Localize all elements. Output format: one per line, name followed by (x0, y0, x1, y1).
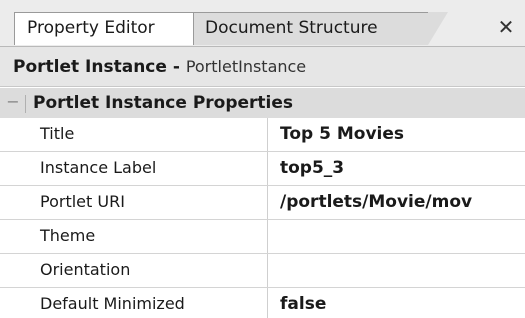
property-name: Orientation (0, 254, 268, 287)
tab-document-structure[interactable]: Document Structure (192, 12, 448, 45)
section-divider (25, 95, 26, 113)
property-row-title[interactable]: Title Top 5 Movies (0, 118, 525, 152)
collapse-icon[interactable]: − (6, 88, 20, 118)
close-icon[interactable]: ✕ (494, 13, 518, 41)
property-name: Instance Label (0, 152, 268, 185)
property-row-portlet-uri[interactable]: Portlet URI /portlets/Movie/mov (0, 186, 525, 220)
section-title: Portlet Instance Properties (33, 93, 294, 113)
property-name: Portlet URI (0, 186, 268, 219)
instance-header-type: PortletInstance (185, 57, 307, 76)
property-value[interactable]: top5_3 (268, 152, 525, 185)
property-name: Default Minimized (0, 288, 268, 318)
property-name: Title (0, 118, 268, 151)
property-row-theme[interactable]: Theme (0, 220, 525, 254)
property-row-instance-label[interactable]: Instance Label top5_3 (0, 152, 525, 186)
property-editor-panel: Property Editor Document Structure ✕ Por… (0, 0, 525, 318)
property-grid: Title Top 5 Movies Instance Label top5_3… (0, 118, 525, 318)
property-value[interactable] (268, 220, 525, 253)
property-value[interactable]: Top 5 Movies (268, 118, 525, 151)
property-value[interactable]: false (268, 288, 525, 318)
property-row-orientation[interactable]: Orientation (0, 254, 525, 288)
tab-property-editor[interactable]: Property Editor (14, 12, 194, 45)
property-name: Theme (0, 220, 268, 253)
tab-strip: Property Editor Document Structure ✕ (0, 0, 525, 47)
section-header: − Portlet Instance Properties (0, 88, 525, 118)
instance-header-separator: - (166, 57, 186, 77)
property-row-default-minimized[interactable]: Default Minimized false (0, 288, 525, 318)
instance-header-title: Portlet Instance (13, 57, 167, 77)
property-value[interactable]: /portlets/Movie/mov (268, 186, 525, 219)
property-value[interactable] (268, 254, 525, 287)
instance-header: Portlet Instance - PortletInstance (0, 47, 525, 87)
